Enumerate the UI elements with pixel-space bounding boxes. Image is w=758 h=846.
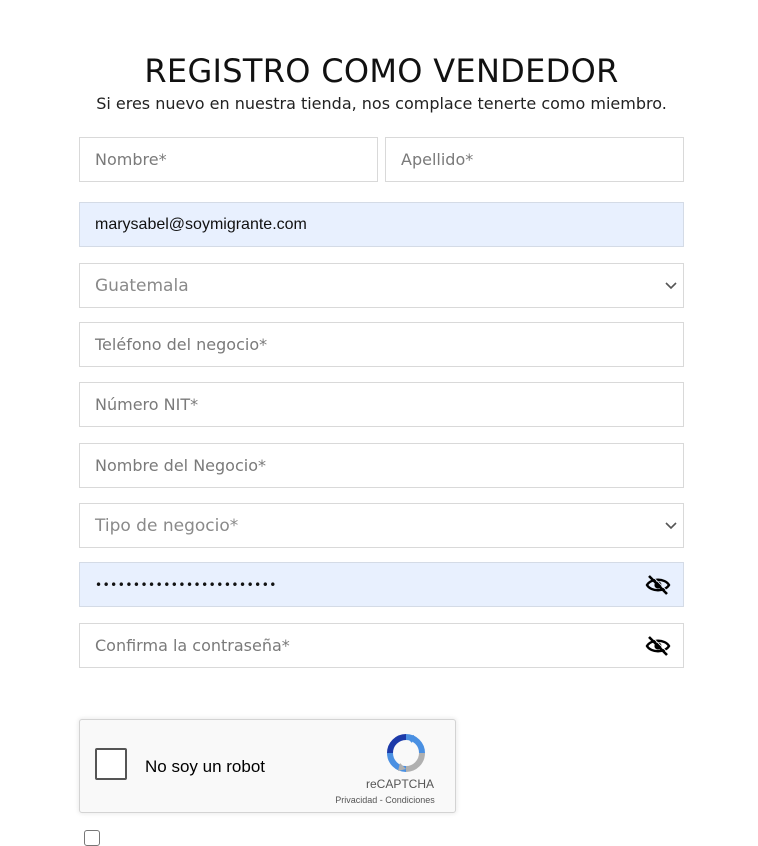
page-subtitle: Si eres nuevo en nuestra tienda, nos com… [96, 94, 667, 113]
business-phone-field[interactable]: Teléfono del negocio* [79, 322, 684, 367]
nit-number-placeholder: Número NIT* [95, 395, 199, 414]
password-masked-value: •••••••••••••••••••••••• [95, 577, 277, 592]
business-type-selected-value: Tipo de negocio* [95, 515, 239, 536]
recaptcha-brand: reCAPTCHA [365, 777, 434, 791]
recaptcha-label: No soy un robot [145, 757, 266, 776]
chevron-down-icon [665, 280, 677, 292]
eye-slash-icon[interactable] [645, 573, 671, 596]
confirm-password-placeholder: Confirma la contraseña* [95, 636, 290, 655]
recaptcha-terms-link[interactable]: Privacidad - Condiciones [320, 795, 450, 805]
terms-checkbox[interactable] [84, 830, 100, 846]
eye-slash-icon[interactable] [645, 634, 671, 657]
business-type-select[interactable]: Tipo de negocio* [79, 503, 684, 548]
business-name-field[interactable]: Nombre del Negocio* [79, 443, 684, 488]
last-name-field[interactable]: Apellido* [385, 137, 684, 182]
recaptcha-checkbox[interactable] [95, 748, 127, 780]
first-name-field[interactable]: Nombre* [79, 137, 378, 182]
chevron-down-icon [665, 520, 677, 532]
recaptcha-logo-icon [386, 733, 426, 773]
business-name-placeholder: Nombre del Negocio* [95, 456, 266, 475]
country-select[interactable]: Guatemala [79, 263, 684, 308]
email-field[interactable]: marysabel@soymigrante.com [79, 202, 684, 247]
business-phone-placeholder: Teléfono del negocio* [95, 335, 268, 354]
last-name-placeholder: Apellido* [401, 150, 474, 169]
first-name-placeholder: Nombre* [95, 150, 167, 169]
country-selected-value: Guatemala [95, 275, 189, 296]
email-value: marysabel@soymigrante.com [95, 215, 307, 233]
confirm-password-field[interactable]: Confirma la contraseña* [79, 623, 684, 668]
page-title: REGISTRO COMO VENDEDOR [144, 52, 619, 90]
nit-number-field[interactable]: Número NIT* [79, 382, 684, 427]
password-field[interactable]: •••••••••••••••••••••••• [79, 562, 684, 607]
recaptcha-widget: No soy un robot reCAPTCHA Privacidad - C… [79, 719, 456, 813]
